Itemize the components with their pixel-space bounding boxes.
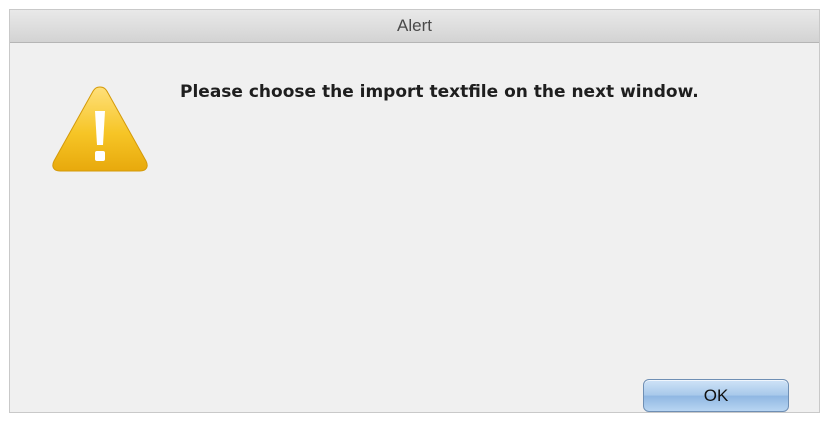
alert-message: Please choose the import textfile on the… [180,82,699,102]
warning-icon [50,83,150,173]
alert-content: Please choose the import textfile on the… [10,43,819,412]
window-titlebar[interactable]: Alert [10,10,819,43]
ok-button[interactable]: OK [643,379,789,412]
alert-window: Alert Please choose the import textfile … [10,10,819,412]
window-title: Alert [397,16,432,35]
